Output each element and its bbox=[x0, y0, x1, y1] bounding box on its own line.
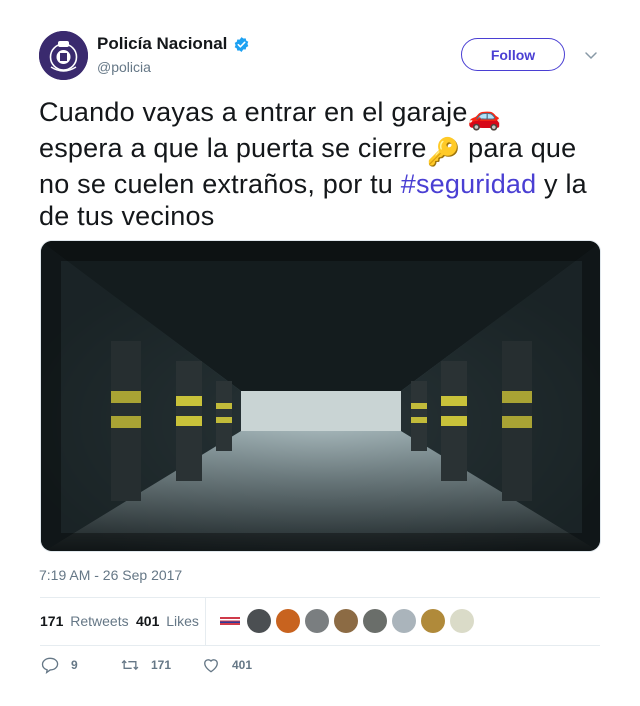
liker-avatar[interactable] bbox=[276, 609, 300, 633]
liker-avatar[interactable] bbox=[334, 609, 358, 633]
liker-avatar[interactable] bbox=[247, 609, 271, 633]
likers-avatars bbox=[218, 609, 474, 633]
chevron-down-icon[interactable] bbox=[584, 48, 598, 62]
tweet-stats: 171 Retweets 401 Likes bbox=[40, 597, 600, 646]
author-handle[interactable]: @policia bbox=[97, 59, 151, 75]
likes-label: Likes bbox=[166, 613, 199, 629]
heart-icon bbox=[204, 659, 218, 673]
tweet-image-garage[interactable] bbox=[40, 240, 601, 552]
tweet: Policía Nacional @policia Follow Cuando … bbox=[0, 0, 640, 706]
follow-button[interactable]: Follow bbox=[461, 38, 565, 71]
tweet-timestamp[interactable]: 7:19 AM - 26 Sep 2017 bbox=[39, 567, 182, 583]
liker-avatar[interactable] bbox=[450, 609, 474, 633]
like-count: 401 bbox=[232, 658, 253, 672]
retweets-stat[interactable]: 171 Retweets bbox=[40, 613, 129, 629]
like-button[interactable]: 401 bbox=[201, 655, 252, 675]
reply-count: 9 bbox=[71, 658, 78, 672]
liker-avatar[interactable] bbox=[305, 609, 329, 633]
reply-icon bbox=[41, 657, 59, 675]
likes-stat[interactable]: 401 Likes bbox=[136, 613, 199, 629]
verified-badge-icon bbox=[235, 36, 249, 52]
liker-avatar[interactable] bbox=[363, 609, 387, 633]
tweet-text: Cuando vayas a entrar en el garaje🚗 esper… bbox=[39, 96, 604, 232]
stats-divider bbox=[205, 598, 206, 645]
tweet-text-part: espera a que la puerta se cierre bbox=[39, 133, 427, 163]
retweet-icon bbox=[121, 659, 139, 671]
likes-count: 401 bbox=[136, 613, 160, 629]
police-badge-icon bbox=[39, 31, 88, 80]
retweet-count: 171 bbox=[151, 658, 172, 672]
retweets-count: 171 bbox=[40, 613, 64, 629]
author-avatar[interactable] bbox=[39, 31, 88, 80]
flag-icon bbox=[220, 617, 240, 625]
garage-photo bbox=[41, 241, 600, 551]
liker-avatar[interactable] bbox=[421, 609, 445, 633]
author-name-row[interactable]: Policía Nacional bbox=[97, 34, 250, 54]
hashtag-link[interactable]: #seguridad bbox=[401, 169, 537, 199]
tweet-text-part: Cuando vayas a entrar en el garaje bbox=[39, 97, 468, 127]
reply-button[interactable]: 9 bbox=[40, 655, 78, 675]
liker-avatar[interactable] bbox=[218, 609, 242, 633]
author-name[interactable]: Policía Nacional bbox=[97, 34, 227, 54]
retweet-button[interactable]: 171 bbox=[120, 655, 171, 675]
car-emoji-icon: 🚗 bbox=[467, 101, 502, 131]
key-emoji-icon: 🔑 bbox=[426, 137, 461, 167]
retweets-label: Retweets bbox=[70, 613, 129, 629]
liker-avatar[interactable] bbox=[392, 609, 416, 633]
